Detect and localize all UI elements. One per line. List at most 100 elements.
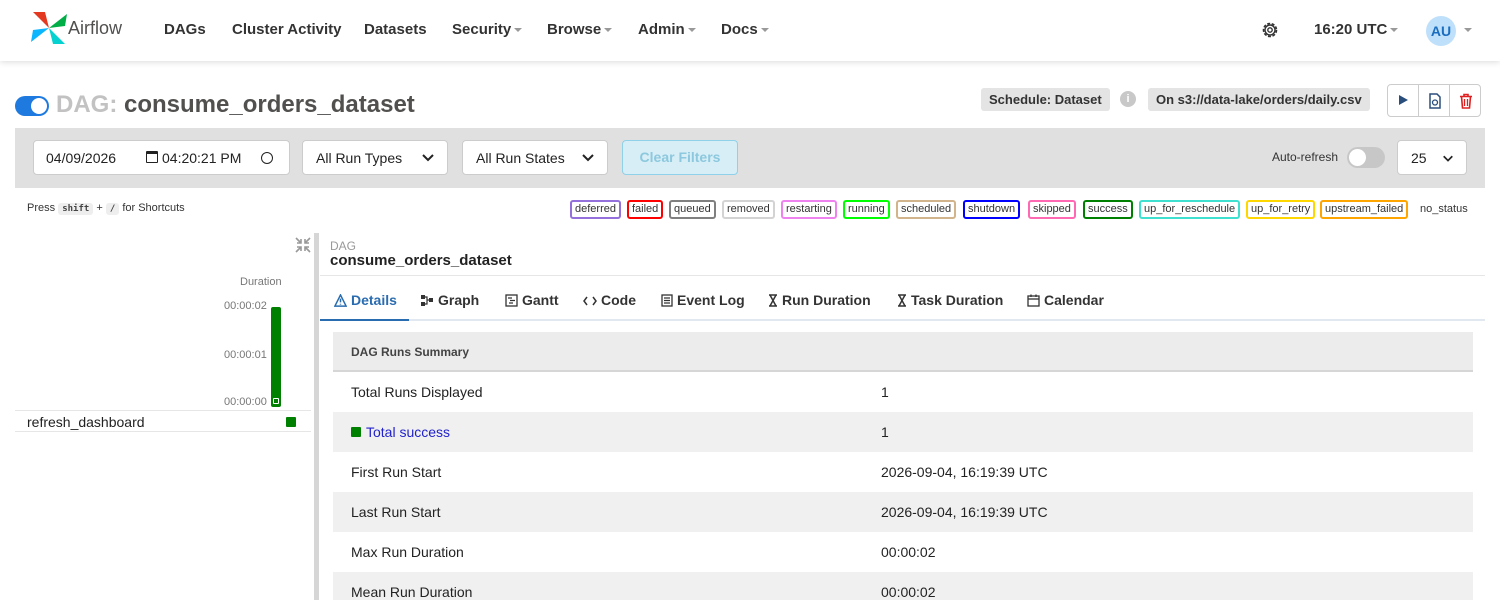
delete-dag-button[interactable] xyxy=(1449,84,1481,117)
legend-item-restarting[interactable]: restarting xyxy=(781,200,837,219)
row-key: First Run Start xyxy=(351,464,442,480)
schedule-value[interactable]: On s3://data-lake/orders/daily.csv xyxy=(1148,88,1370,111)
row-key-link[interactable]: Total success xyxy=(351,412,450,452)
nav-admin-label[interactable]: Admin xyxy=(638,21,685,38)
tab-run-duration[interactable]: Run Duration xyxy=(768,280,871,321)
nav-datasets[interactable]: Datasets xyxy=(364,21,427,38)
nav-docs-label[interactable]: Docs xyxy=(721,21,758,38)
reparse-dag-button[interactable] xyxy=(1418,84,1450,117)
table-row: Max Run Duration 00:00:02 xyxy=(333,532,1473,572)
tab-gantt-label[interactable]: Gantt xyxy=(522,292,559,308)
hourglass-icon xyxy=(769,294,777,307)
table-row: Total success 1 xyxy=(333,412,1473,452)
chevron-down-icon xyxy=(604,28,613,33)
dag-run-duration-bar[interactable] xyxy=(271,307,281,407)
legend-item-failed[interactable]: failed xyxy=(627,200,664,219)
nav-dags[interactable]: DAGs xyxy=(164,21,206,38)
legend-item-up-for-retry[interactable]: up_for_retry xyxy=(1246,200,1316,219)
legend-item-shutdown[interactable]: shutdown xyxy=(963,200,1021,219)
row-key: Last Run Start xyxy=(351,504,441,520)
duration-tick: 00:00:00 xyxy=(224,396,267,408)
gear-icon[interactable] xyxy=(1260,20,1280,40)
nav-timezone[interactable]: 16:20 UTC xyxy=(1314,21,1399,38)
shortcuts-press: Press xyxy=(27,202,56,214)
base-date-input[interactable]: 04/09/2026 04:20:21 PM xyxy=(33,140,290,175)
legend-item-queued[interactable]: queued xyxy=(669,200,716,219)
tab-graph[interactable]: Graph xyxy=(420,280,479,321)
tab-run-duration-label[interactable]: Run Duration xyxy=(782,292,871,308)
nav-browse-label[interactable]: Browse xyxy=(547,21,601,38)
tab-calendar[interactable]: Calendar xyxy=(1027,280,1104,321)
base-date-value[interactable]: 04/09/2026 xyxy=(46,150,116,166)
tab-graph-label[interactable]: Graph xyxy=(438,292,479,308)
row-divider xyxy=(15,431,311,432)
task-name[interactable]: refresh_dashboard xyxy=(27,414,145,430)
play-icon xyxy=(1399,95,1408,105)
legend-item-scheduled[interactable]: scheduled xyxy=(896,200,957,219)
airflow-logo-icon[interactable] xyxy=(29,10,69,46)
legend-item-up-for-reschedule[interactable]: up_for_reschedule xyxy=(1139,200,1241,219)
nav-cluster-activity-label[interactable]: Cluster Activity xyxy=(232,21,341,38)
shortcuts-hint: Press shift + / for Shortcuts xyxy=(27,202,185,215)
task-instance-status[interactable] xyxy=(286,417,296,427)
tab-event-log-label[interactable]: Event Log xyxy=(677,292,745,308)
tab-event-log[interactable]: Event Log xyxy=(661,280,745,321)
run-type-value[interactable]: All Run Types xyxy=(316,150,402,166)
dag-runs-summary-table: DAG Runs Summary Total Runs Displayed 1 … xyxy=(333,332,1473,600)
user-avatar[interactable]: AU xyxy=(1426,16,1456,46)
row-divider xyxy=(15,410,311,411)
tab-gantt[interactable]: Gantt xyxy=(505,280,559,321)
nav-security-label[interactable]: Security xyxy=(452,21,511,38)
nav-admin[interactable]: Admin xyxy=(638,21,696,38)
run-state-value[interactable]: All Run States xyxy=(476,150,565,166)
dag-title-id: consume_orders_dataset xyxy=(124,91,415,118)
chevron-down-icon[interactable] xyxy=(1464,28,1472,32)
duration-tick: 00:00:02 xyxy=(224,300,267,312)
dag-pause-toggle[interactable] xyxy=(15,96,49,116)
timezone-label[interactable]: 16:20 UTC xyxy=(1314,21,1387,38)
collapse-icon[interactable] xyxy=(295,237,311,253)
legend-item-running[interactable]: running xyxy=(843,200,890,219)
legend-item-skipped[interactable]: skipped xyxy=(1028,200,1076,219)
info-icon[interactable]: i xyxy=(1120,91,1136,107)
table-row: Mean Run Duration 00:00:02 xyxy=(333,572,1473,600)
run-type-select[interactable]: All Run Types xyxy=(302,140,448,175)
legend-item-no-status[interactable]: no_status xyxy=(1420,203,1468,215)
tab-calendar-label[interactable]: Calendar xyxy=(1044,292,1104,308)
chevron-down-icon xyxy=(687,28,696,33)
success-state-icon xyxy=(351,427,361,437)
num-runs-value[interactable]: 25 xyxy=(1411,150,1427,166)
table-row: First Run Start 2026-09-04, 16:19:39 UTC xyxy=(333,452,1473,492)
row-value: 1 xyxy=(881,424,889,440)
nav-browse[interactable]: Browse xyxy=(547,21,613,38)
row-key: Max Run Duration xyxy=(351,544,464,560)
tab-task-duration[interactable]: Task Duration xyxy=(897,280,1003,321)
nav-datasets-label[interactable]: Datasets xyxy=(364,21,427,38)
nav-security[interactable]: Security xyxy=(452,21,523,38)
run-state-select[interactable]: All Run States xyxy=(462,140,608,175)
row-key-label[interactable]: Total success xyxy=(366,424,450,440)
legend-item-upstream-failed[interactable]: upstream_failed xyxy=(1320,200,1409,219)
clear-filters-button[interactable]: Clear Filters xyxy=(622,140,738,175)
tab-details-label[interactable]: Details xyxy=(351,292,397,308)
nav-dags-label[interactable]: DAGs xyxy=(164,21,206,38)
logo-text[interactable]: Airflow xyxy=(68,18,122,39)
row-value: 2026-09-04, 16:19:39 UTC xyxy=(881,464,1048,480)
tab-details[interactable]: Details xyxy=(320,280,409,321)
num-runs-select[interactable]: 25 xyxy=(1397,140,1467,175)
base-time-value[interactable]: 04:20:21 PM xyxy=(162,150,241,166)
tab-task-duration-label[interactable]: Task Duration xyxy=(911,292,1003,308)
nav-docs[interactable]: Docs xyxy=(721,21,769,38)
auto-refresh-toggle[interactable] xyxy=(1347,147,1385,168)
legend-item-deferred[interactable]: deferred xyxy=(570,200,621,219)
panel-resize-handle[interactable] xyxy=(314,233,319,600)
legend-item-success[interactable]: success xyxy=(1083,200,1133,219)
tab-code-label[interactable]: Code xyxy=(601,292,636,308)
legend-item-removed[interactable]: removed xyxy=(722,200,775,219)
chevron-down-icon xyxy=(760,28,769,33)
clock-icon[interactable] xyxy=(261,152,273,164)
nav-cluster-activity[interactable]: Cluster Activity xyxy=(232,21,341,38)
calendar-icon[interactable] xyxy=(146,151,158,163)
trigger-dag-button[interactable] xyxy=(1387,84,1419,117)
tab-code[interactable]: Code xyxy=(583,280,636,321)
